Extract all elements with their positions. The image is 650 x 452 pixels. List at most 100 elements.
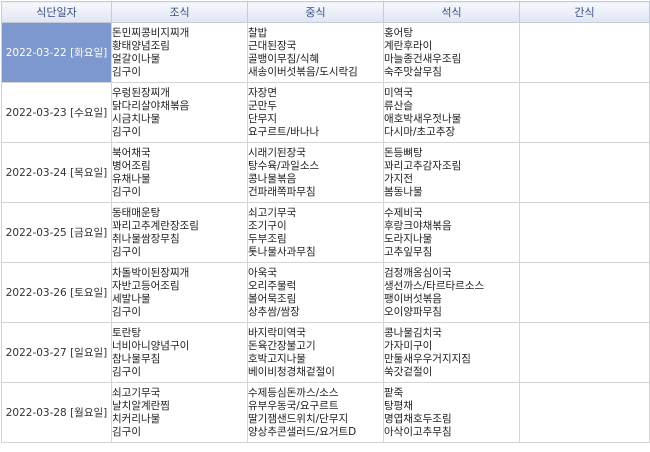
menu-item: 시래기된장국	[248, 146, 306, 159]
menu-item: 토란탕	[112, 326, 141, 339]
menu-item: 콩나물볶음	[248, 172, 297, 185]
menu-item: 봄동나물	[384, 185, 423, 198]
table-header-row: 식단일자 조식 중식 석식 간식	[1, 1, 650, 23]
dinner-cell: 돈등뼈탕 꽈리고추감자조림 가지전 봄동나물	[383, 142, 520, 203]
menu-item: 김구이	[112, 425, 141, 438]
menu-item: 생선까스/타르타르소스	[384, 279, 485, 292]
menu-item: 건파래쪽파무침	[248, 185, 316, 198]
table-row[interactable]: 2022-03-27 [일요일] 토란탕 너비아니양념구이 참나물무침 김구이 바지락미역…	[1, 322, 650, 383]
lunch-cell: 아욱국 오리주물럭 볼어묵조림 상추쌈/쌈장	[247, 262, 384, 323]
menu-item: 조기구이	[248, 219, 287, 232]
menu-item: 요구르트/바나나	[248, 125, 320, 138]
menu-item: 근대된장국	[248, 39, 297, 52]
menu-item: 찰밥	[248, 26, 268, 39]
menu-item: 마늘종건새우조림	[384, 52, 462, 65]
date-cell[interactable]: 2022-03-26 [토요일]	[1, 262, 112, 323]
menu-item: 황태양념조림	[112, 39, 170, 52]
header-breakfast[interactable]: 조식	[111, 1, 248, 23]
dinner-cell: 수제비국 후랑크야채볶음 도라지나물 고추잎무침	[383, 202, 520, 263]
menu-item: 검정깨옹심이국	[384, 266, 452, 279]
menu-item: 김구이	[112, 365, 141, 378]
menu-item: 시금치나물	[112, 112, 161, 125]
menu-item: 골뱅이무침/식혜	[248, 52, 320, 65]
menu-item: 얼갈이나물	[112, 52, 161, 65]
menu-item: 김구이	[112, 245, 141, 258]
menu-item: 차돌박이된장찌개	[112, 266, 190, 279]
date-cell[interactable]: 2022-03-22 [화요일]	[1, 22, 112, 83]
header-snack[interactable]: 간식	[519, 1, 650, 23]
lunch-cell: 쇠고기무국 조기구이 두부조림 톳나물사과무침	[247, 202, 384, 263]
menu-item: 고추잎무침	[384, 245, 433, 258]
menu-item: 팥죽	[384, 386, 404, 399]
menu-item: 오이양파무침	[384, 305, 442, 318]
date-cell[interactable]: 2022-03-27 [일요일]	[1, 322, 112, 383]
table-row[interactable]: 2022-03-23 [수요일] 우렁된장찌개 닭다리살야채볶음 시금치나물 김구이 자장…	[1, 82, 650, 143]
dinner-cell: 미역국 류산슬 애호박새우젓나물 다시마/초고추장	[383, 82, 520, 143]
menu-item: 꽈리고추감자조림	[384, 159, 462, 172]
lunch-cell: 수제등심돈까스/소스 유부우동국/요구르트 딸기잼샌드위치/단무지 양상추콘샐러드/요…	[247, 382, 384, 443]
table-row[interactable]: 2022-03-28 [월요일] 쇠고기무국 날치알계란찜 치커리나물 김구이 수제등심돈…	[1, 382, 650, 443]
meal-schedule-table: 식단일자 조식 중식 석식 간식 2022-03-22 [화요일] 돈민찌콩비지찌…	[1, 1, 650, 443]
snack-cell	[519, 322, 650, 383]
menu-item: 딸기잼샌드위치/단무지	[248, 412, 349, 425]
snack-cell	[519, 382, 650, 443]
menu-item: 수제비국	[384, 206, 423, 219]
menu-item: 쇠고기무국	[248, 206, 297, 219]
menu-item: 북어채국	[112, 146, 151, 159]
menu-item: 쑥갓겉절이	[384, 365, 433, 378]
breakfast-cell: 돈민찌콩비지찌개 황태양념조림 얼갈이나물 김구이	[111, 22, 248, 83]
menu-item: 오리주물럭	[248, 279, 297, 292]
date-cell[interactable]: 2022-03-25 [금요일]	[1, 202, 112, 263]
breakfast-cell: 차돌박이된장찌개 자반고등어조림 세발나물 김구이	[111, 262, 248, 323]
menu-item: 참나물무침	[112, 352, 161, 365]
table-row[interactable]: 2022-03-25 [금요일] 동태매운탕 꽈리고추계란장조림 취나물쌈장무침 김구이…	[1, 202, 650, 263]
date-cell[interactable]: 2022-03-24 [목요일]	[1, 142, 112, 203]
menu-item: 톳나물사과무침	[248, 245, 316, 258]
menu-item: 세발나물	[112, 292, 151, 305]
date-cell[interactable]: 2022-03-28 [월요일]	[1, 382, 112, 443]
menu-item: 동태매운탕	[112, 206, 161, 219]
breakfast-cell: 동태매운탕 꽈리고추계란장조림 취나물쌈장무침 김구이	[111, 202, 248, 263]
menu-item: 만둘새우우거지지짐	[384, 352, 471, 365]
snack-cell	[519, 202, 650, 263]
header-lunch[interactable]: 중식	[247, 1, 384, 23]
dinner-cell: 홍어탕 계란후라이 마늘종건새우조림 숙주맛살무침	[383, 22, 520, 83]
header-date[interactable]: 식단일자	[1, 1, 112, 23]
menu-item: 베이비청경채겉절이	[248, 365, 335, 378]
menu-item: 군만두	[248, 99, 277, 112]
dinner-cell: 팥죽 탕평채 명엽채호두조림 아삭이고추무침	[383, 382, 520, 443]
menu-item: 자장면	[248, 86, 277, 99]
snack-cell	[519, 262, 650, 323]
menu-item: 유채나물	[112, 172, 151, 185]
menu-item: 류산슬	[384, 99, 413, 112]
menu-item: 미역국	[384, 86, 413, 99]
menu-item: 애호박새우젓나물	[384, 112, 462, 125]
table-row[interactable]: 2022-03-26 [토요일] 차돌박이된장찌개 자반고등어조림 세발나물 김구이 아욱…	[1, 262, 650, 323]
menu-item: 바지락미역국	[248, 326, 306, 339]
table-row[interactable]: 2022-03-22 [화요일] 돈민찌콩비지찌개 황태양념조림 얼갈이나물 김구이 찰밥…	[1, 22, 650, 83]
menu-item: 수제등심돈까스/소스	[248, 386, 339, 399]
snack-cell	[519, 22, 650, 83]
menu-item: 돈육간장불고기	[248, 339, 316, 352]
menu-item: 돈등뼈탕	[384, 146, 423, 159]
date-cell[interactable]: 2022-03-23 [수요일]	[1, 82, 112, 143]
menu-item: 홍어탕	[384, 26, 413, 39]
menu-item: 꽈리고추계란장조림	[112, 219, 199, 232]
dinner-cell: 콩나물김치국 가자미구이 만둘새우우거지지짐 쑥갓겉절이	[383, 322, 520, 383]
menu-item: 후랑크야채볶음	[384, 219, 452, 232]
menu-item: 숙주맛살무침	[384, 65, 442, 78]
menu-item: 가자미구이	[384, 339, 433, 352]
menu-item: 탕평채	[384, 399, 413, 412]
menu-item: 단무지	[248, 112, 277, 125]
menu-item: 계란후라이	[384, 39, 433, 52]
header-dinner[interactable]: 석식	[383, 1, 520, 23]
menu-item: 닭다리살야채볶음	[112, 99, 190, 112]
table-row[interactable]: 2022-03-24 [목요일] 북어채국 병어조림 유채나물 김구이 시래기된장국 탕수육…	[1, 142, 650, 203]
menu-item: 날치알계란찜	[112, 399, 170, 412]
menu-item: 너비아니양념구이	[112, 339, 190, 352]
breakfast-cell: 쇠고기무국 날치알계란찜 치커리나물 김구이	[111, 382, 248, 443]
menu-item: 치커리나물	[112, 412, 161, 425]
breakfast-cell: 북어채국 병어조림 유채나물 김구이	[111, 142, 248, 203]
menu-item: 탕수육/과일소스	[248, 159, 320, 172]
breakfast-cell: 우렁된장찌개 닭다리살야채볶음 시금치나물 김구이	[111, 82, 248, 143]
